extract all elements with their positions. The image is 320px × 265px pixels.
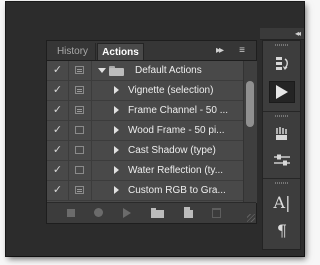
brush-panel-button[interactable]: [269, 123, 295, 145]
brush-icon: [276, 127, 287, 140]
history-panel-button[interactable]: [269, 53, 295, 75]
toggle-dialog-cell[interactable]: [69, 141, 92, 160]
panel-dock: A| ¶: [262, 40, 301, 250]
toggle-item-checkmark[interactable]: ✓: [47, 101, 69, 120]
toggle-dialog-cell[interactable]: [69, 81, 92, 100]
toggle-dialog-cell[interactable]: [69, 61, 92, 80]
action-label: Wood Frame - 50 pi...: [128, 125, 225, 136]
action-row[interactable]: ✓ Custom RGB to Gra...: [47, 181, 243, 201]
toggle-item-checkmark[interactable]: ✓: [47, 61, 69, 80]
folder-icon: [109, 66, 124, 76]
new-action-icon[interactable]: [184, 207, 193, 218]
action-row[interactable]: ✓ Vignette (selection): [47, 81, 243, 101]
collapse-panel-icon[interactable]: ▸▸: [212, 44, 226, 57]
toggle-item-checkmark[interactable]: ✓: [47, 141, 69, 160]
dock-header: ◂◂: [260, 28, 304, 40]
paragraph-icon: ¶: [276, 221, 288, 240]
panel-header: History Actions ▸▸ ≡: [47, 41, 256, 61]
dialog-off-icon: [75, 166, 84, 174]
action-set-label: Default Actions: [135, 65, 202, 76]
actions-panel: History Actions ▸▸ ≡ ✓ Default Actions ✓: [46, 40, 257, 224]
action-label: Vignette (selection): [128, 85, 214, 96]
action-label: Frame Channel - 50 ...: [128, 105, 229, 116]
expand-triangle-icon[interactable]: [98, 68, 106, 73]
dialog-icon: [75, 66, 84, 74]
vertical-scrollbar[interactable]: [243, 61, 257, 203]
character-icon: A|: [273, 193, 291, 212]
character-panel-button[interactable]: A|: [269, 192, 295, 214]
dock-grip-icon[interactable]: [275, 182, 289, 184]
action-label: Water Reflection (ty...: [128, 165, 224, 176]
dock-grip-icon[interactable]: [275, 44, 289, 46]
toggle-item-checkmark[interactable]: ✓: [47, 121, 69, 140]
action-row[interactable]: ✓ Cast Shadow (type): [47, 141, 243, 161]
collapsed-triangle-icon[interactable]: [114, 166, 119, 174]
play-icon[interactable]: [123, 208, 131, 218]
action-label: Cast Shadow (type): [128, 145, 216, 156]
collapsed-triangle-icon[interactable]: [114, 186, 119, 194]
collapsed-triangle-icon[interactable]: [114, 126, 119, 134]
action-set-row[interactable]: ✓ Default Actions: [47, 61, 243, 81]
action-row[interactable]: ✓ Water Reflection (ty...: [47, 161, 243, 181]
toggle-item-checkmark[interactable]: ✓: [47, 181, 69, 200]
dialog-icon: [75, 106, 84, 114]
tab-history[interactable]: History: [50, 43, 96, 60]
record-icon[interactable]: [94, 208, 103, 217]
toggle-item-checkmark[interactable]: ✓: [47, 81, 69, 100]
dialog-icon: [75, 86, 84, 94]
toggle-dialog-cell[interactable]: [69, 181, 92, 200]
workspace: History Actions ▸▸ ≡ ✓ Default Actions ✓: [6, 2, 304, 256]
resize-grip-icon[interactable]: [247, 214, 255, 222]
stop-icon[interactable]: [67, 209, 75, 217]
dialog-off-icon: [75, 126, 84, 134]
toggle-dialog-cell[interactable]: [69, 161, 92, 180]
collapsed-triangle-icon[interactable]: [114, 146, 119, 154]
action-label: Custom RGB to Gra...: [128, 185, 226, 196]
dialog-icon: [75, 186, 84, 194]
scrollbar-thumb[interactable]: [246, 81, 254, 127]
actions-list: ✓ Default Actions ✓ Vignette (selection): [47, 61, 243, 203]
dock-grip-icon[interactable]: [275, 115, 289, 117]
toggle-item-checkmark[interactable]: ✓: [47, 161, 69, 180]
history-icon: [276, 57, 288, 70]
toggle-dialog-cell[interactable]: [69, 101, 92, 120]
actions-panel-button[interactable]: [269, 81, 295, 103]
panel-footer: [47, 202, 256, 223]
action-row[interactable]: ✓ Wood Frame - 50 pi...: [47, 121, 243, 141]
tab-actions[interactable]: Actions: [97, 43, 144, 60]
action-row[interactable]: ✓ Frame Channel - 50 ...: [47, 101, 243, 121]
toggle-dialog-cell[interactable]: [69, 121, 92, 140]
panel-menu-icon[interactable]: ≡: [233, 44, 251, 57]
trash-icon[interactable]: [212, 208, 221, 218]
play-icon: [276, 85, 288, 99]
paragraph-panel-button[interactable]: ¶: [269, 220, 295, 242]
collapse-dock-icon[interactable]: ◂◂: [295, 28, 301, 39]
dialog-off-icon: [75, 146, 84, 154]
new-set-folder-icon[interactable]: [151, 208, 164, 218]
sliders-icon: [274, 154, 290, 166]
adjustments-panel-button[interactable]: [269, 149, 295, 171]
collapsed-triangle-icon[interactable]: [114, 106, 119, 114]
collapsed-triangle-icon[interactable]: [114, 86, 119, 94]
